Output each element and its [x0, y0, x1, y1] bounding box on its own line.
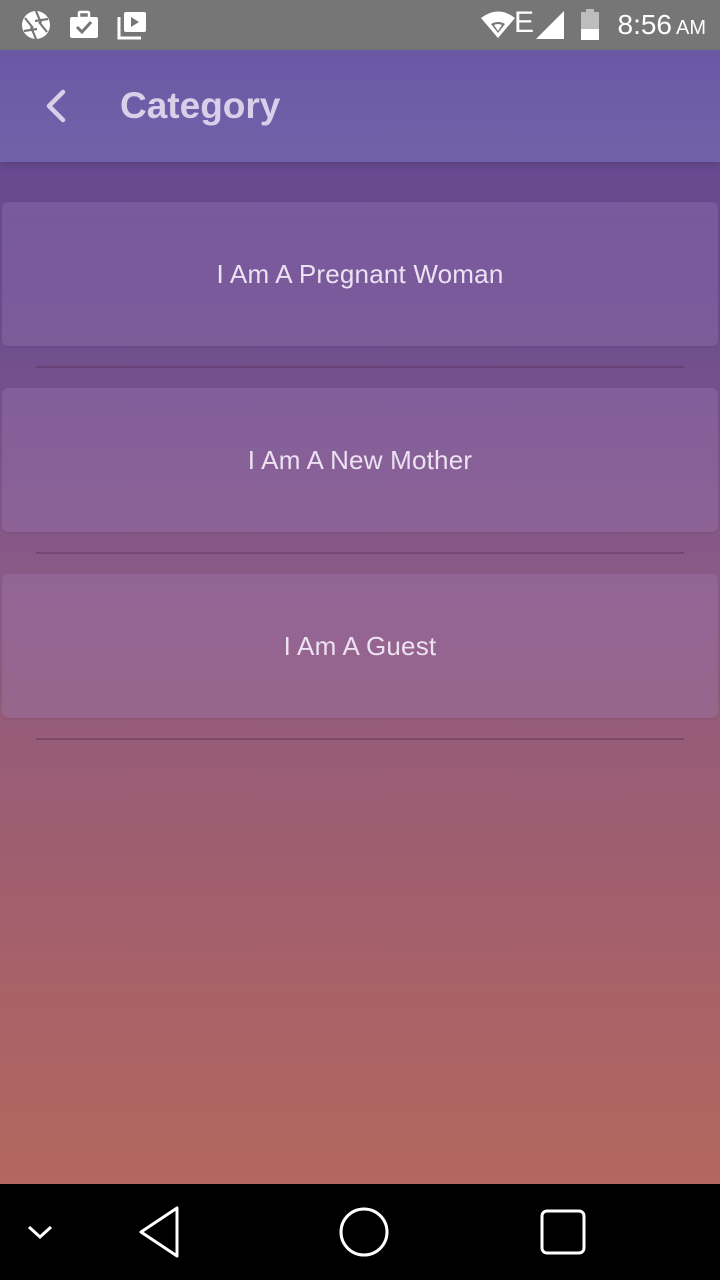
briefcase-check-icon: [68, 9, 100, 41]
app-bar: Category: [0, 50, 720, 162]
category-label: I Am A Pregnant Woman: [216, 258, 504, 289]
video-library-icon: [116, 9, 148, 41]
category-card-pregnant-woman[interactable]: I Am A Pregnant Woman: [2, 202, 718, 346]
category-card-guest[interactable]: I Am A Guest: [2, 574, 718, 718]
clock-ampm: AM: [676, 17, 706, 39]
screen: E 8:56 AM Category I Am A Pregnant Woman…: [0, 0, 720, 1280]
recents-square-icon: [540, 1209, 586, 1255]
nav-back-button[interactable]: [128, 1184, 192, 1280]
status-time: 8:56 AM: [618, 8, 707, 45]
divider: [36, 738, 684, 740]
battery-icon: [578, 9, 602, 41]
back-button[interactable]: [30, 80, 82, 132]
chevron-left-icon: [46, 89, 66, 123]
status-bar: E 8:56 AM: [0, 0, 720, 50]
category-card-new-mother[interactable]: I Am A New Mother: [2, 388, 718, 532]
hide-keyboard-button[interactable]: [14, 1184, 66, 1280]
nav-home-button[interactable]: [332, 1184, 396, 1280]
list-item: I Am A Pregnant Woman: [2, 202, 718, 388]
nav-recents-button[interactable]: [532, 1184, 594, 1280]
clock-time: 8:56: [617, 9, 673, 40]
back-triangle-icon: [139, 1206, 179, 1258]
page-title: Category: [120, 85, 281, 126]
divider: [36, 552, 684, 554]
category-list: I Am A Pregnant Woman I Am A New Mother …: [2, 202, 718, 760]
navigation-bar: [0, 1184, 720, 1280]
category-label: I Am A New Mother: [247, 444, 473, 475]
category-label: I Am A Guest: [283, 630, 437, 661]
aperture-icon: [20, 9, 52, 41]
divider: [36, 366, 684, 368]
chevron-down-icon: [27, 1225, 53, 1240]
network-type-label: E: [514, 6, 535, 39]
home-circle-icon: [339, 1207, 389, 1257]
list-item: I Am A New Mother: [2, 388, 718, 574]
list-item: I Am A Guest: [2, 574, 718, 760]
wifi-icon: [480, 9, 516, 41]
signal-icon: [534, 9, 566, 41]
